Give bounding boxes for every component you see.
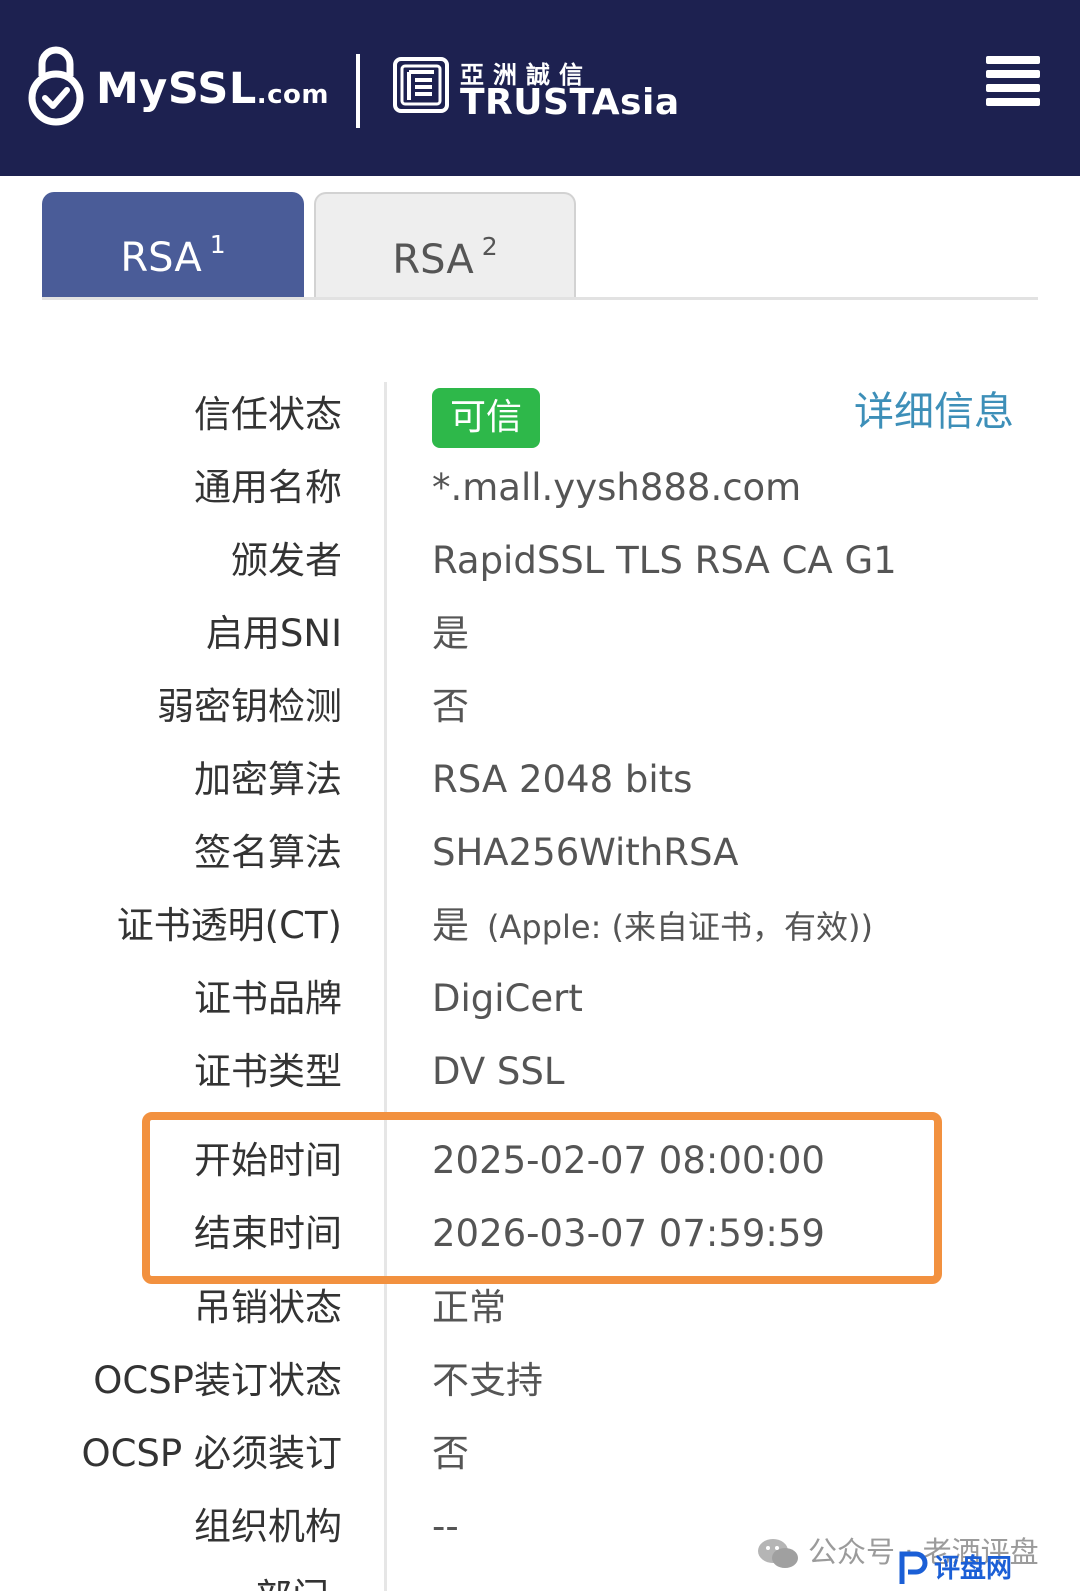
row-label: 组织机构: [194, 1505, 342, 1548]
pingpan-logo-text: 评盘网: [934, 1554, 1013, 1584]
ct-detail: (Apple: (来自证书，有效)): [487, 908, 873, 946]
row-label: 启用SNI: [205, 612, 342, 655]
logo-divider: [356, 54, 360, 128]
details-link[interactable]: 详细信息: [854, 382, 1014, 442]
tab-rsa-2[interactable]: RSA 2: [314, 192, 576, 298]
row-value: 不支持: [432, 1359, 543, 1402]
lock-logo-icon: [28, 46, 84, 126]
cert-tabs: RSA 1 RSA 2: [42, 192, 1038, 299]
row-value: 否: [432, 685, 469, 728]
row-label: 证书透明(CT): [116, 904, 342, 947]
trustasia-emblem-icon: [393, 57, 449, 113]
tabs-baseline: [42, 297, 1038, 300]
ct-value: 是: [432, 904, 469, 947]
row-value: RapidSSL TLS RSA CA G1: [432, 539, 897, 582]
row-value: DV SSL: [432, 1050, 565, 1093]
row-value: DigiCert: [432, 977, 583, 1020]
row-value: 否: [432, 1432, 469, 1475]
trusted-status-badge: 可信: [432, 388, 540, 448]
row-label: 信任状态: [194, 393, 342, 436]
row-value: SHA256WithRSA: [432, 831, 739, 874]
row-weak-key: 弱密钥检测 否: [0, 670, 1080, 744]
row-ocsp-must-staple: OCSP 必须装订 否: [0, 1417, 1080, 1491]
row-label: 弱密钥检测: [157, 685, 342, 728]
row-label: 证书品牌: [194, 977, 342, 1020]
row-label: 签名算法: [194, 831, 342, 874]
partial-row-label: 部门: [255, 1578, 329, 1591]
row-value: --: [432, 1505, 459, 1548]
wechat-icon: [758, 1539, 798, 1568]
pingpan-p-icon: [899, 1551, 928, 1584]
trustasia-en-name: TRUSTAsia: [460, 82, 680, 123]
row-signature-algorithm: 签名算法 SHA256WithRSA: [0, 816, 1080, 890]
row-label: 颁发者: [231, 539, 342, 582]
tab-rsa-1[interactable]: RSA 1: [42, 192, 304, 298]
myssl-logo-text[interactable]: MySSL.com: [96, 64, 329, 114]
row-value: 是: [432, 612, 469, 655]
row-value: 是 (Apple: (来自证书，有效)): [432, 889, 873, 963]
row-cert-type: 证书类型 DV SSL: [0, 1035, 1080, 1109]
row-label: 证书类型: [194, 1050, 342, 1093]
row-label: OCSP装订状态: [93, 1359, 342, 1402]
validity-highlight-box: [142, 1112, 942, 1284]
row-certificate-transparency: 证书透明(CT) 是 (Apple: (来自证书，有效)): [0, 889, 1080, 963]
row-sni: 启用SNI 是: [0, 597, 1080, 671]
row-key-algorithm: 加密算法 RSA 2048 bits: [0, 743, 1080, 817]
hamburger-menu-icon[interactable]: [986, 56, 1040, 106]
row-label: OCSP 必须装订: [81, 1432, 342, 1475]
row-common-name: 通用名称 *.mall.yysh888.com: [0, 451, 1080, 525]
row-ocsp-stapling: OCSP装订状态 不支持: [0, 1344, 1080, 1418]
row-value: *.mall.yysh888.com: [432, 466, 802, 509]
row-cert-brand: 证书品牌 DigiCert: [0, 962, 1080, 1036]
top-header: MySSL.com 亞洲誠信 TRUSTAsia: [0, 0, 1080, 176]
row-value: RSA 2048 bits: [432, 758, 693, 801]
row-issuer: 颁发者 RapidSSL TLS RSA CA G1: [0, 524, 1080, 598]
pingpan-logo: 评盘网: [898, 1546, 1080, 1591]
row-label: 通用名称: [194, 466, 342, 509]
row-label: 加密算法: [194, 758, 342, 801]
